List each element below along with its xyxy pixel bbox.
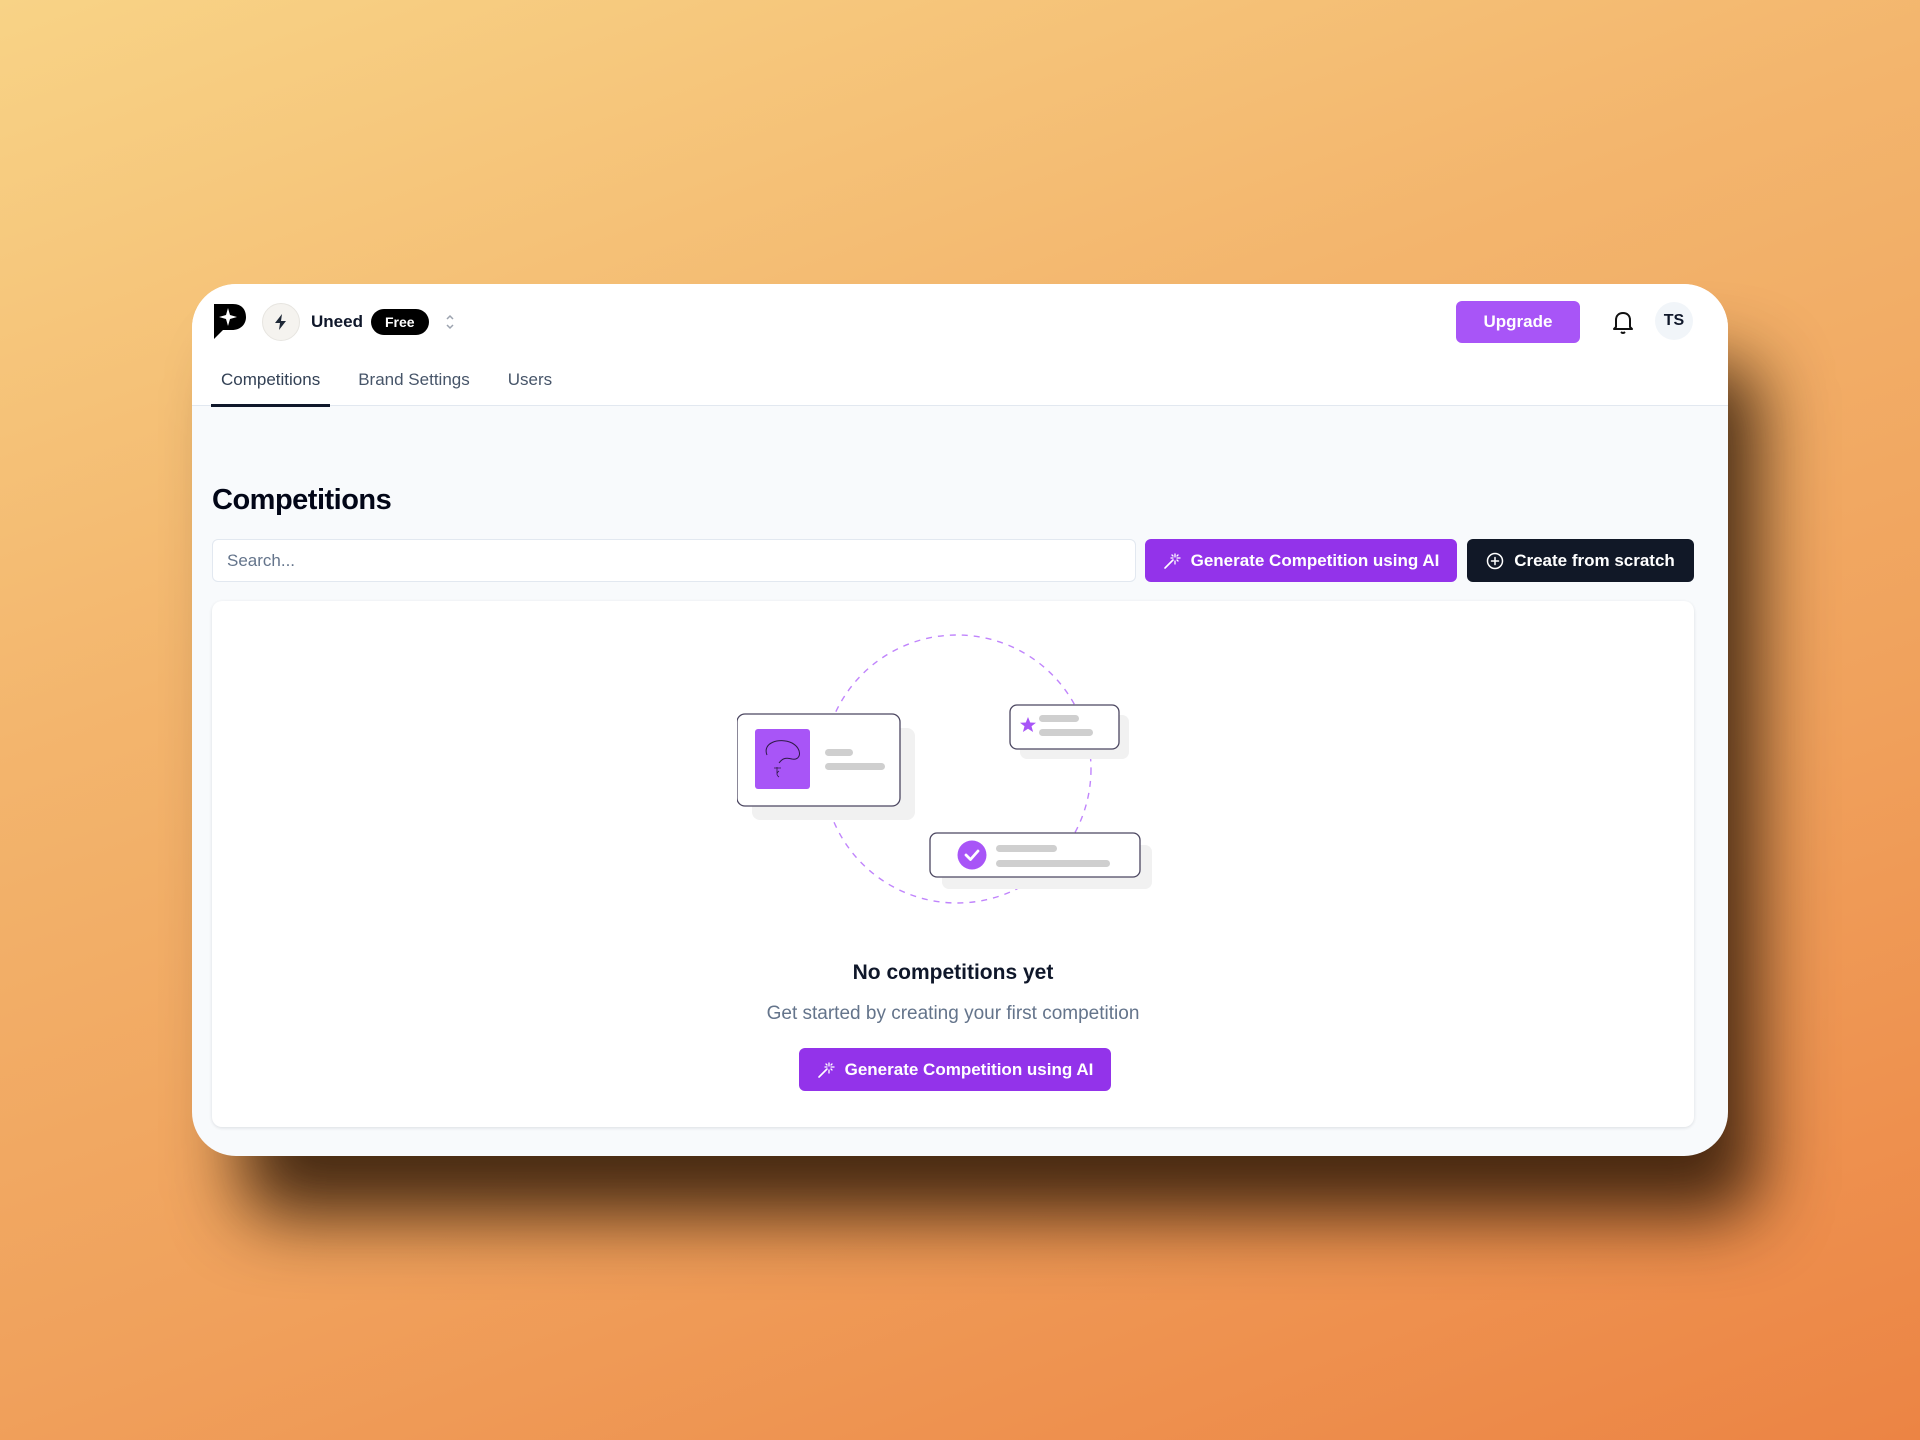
illustration-card-star bbox=[1009, 704, 1129, 759]
tab-bar: Competitions Brand Settings Users bbox=[211, 364, 580, 407]
empty-state-cta-label: Generate Competition using AI bbox=[844, 1059, 1094, 1079]
chevron-up-down-icon[interactable] bbox=[444, 312, 456, 332]
lightning-icon bbox=[275, 314, 286, 330]
top-bar: Uneed Free Upgrade TS Competitions Brand… bbox=[192, 284, 1728, 407]
search-input[interactable] bbox=[212, 539, 1136, 582]
user-avatar[interactable]: TS bbox=[1655, 302, 1693, 340]
workspace-name[interactable]: Uneed bbox=[311, 312, 363, 332]
upgrade-button[interactable]: Upgrade bbox=[1456, 301, 1580, 343]
empty-state-card: No competitions yet Get started by creat… bbox=[212, 601, 1694, 1127]
bell-icon[interactable] bbox=[1610, 308, 1636, 336]
create-from-scratch-label: Create from scratch bbox=[1514, 550, 1675, 570]
create-from-scratch-button[interactable]: Create from scratch bbox=[1467, 539, 1694, 582]
brand-logo-icon[interactable] bbox=[211, 302, 247, 340]
tab-brand-settings[interactable]: Brand Settings bbox=[348, 364, 480, 406]
page-title: Competitions bbox=[212, 484, 392, 516]
magic-wand-icon bbox=[817, 1061, 835, 1078]
app-window: Uneed Free Upgrade TS Competitions Brand… bbox=[192, 284, 1728, 1156]
illustration-card-check bbox=[929, 832, 1152, 889]
check-circle-icon bbox=[957, 840, 987, 870]
empty-state-illustration bbox=[737, 634, 1152, 904]
generate-ai-button[interactable]: Generate Competition using AI bbox=[1145, 539, 1457, 582]
workspace-avatar[interactable] bbox=[262, 303, 300, 341]
plus-circle-icon bbox=[1486, 552, 1504, 569]
empty-state-title: No competitions yet bbox=[852, 961, 1054, 984]
tab-users[interactable]: Users bbox=[498, 364, 562, 406]
plan-badge: Free bbox=[371, 309, 429, 335]
illustration-card-main bbox=[737, 713, 915, 820]
empty-state-subtitle: Get started by creating your first compe… bbox=[766, 1003, 1140, 1024]
generate-ai-label: Generate Competition using AI bbox=[1190, 550, 1440, 570]
magic-wand-icon bbox=[1163, 552, 1181, 569]
tab-competitions[interactable]: Competitions bbox=[211, 364, 331, 407]
empty-state-generate-ai-button[interactable]: Generate Competition using AI bbox=[799, 1048, 1111, 1091]
